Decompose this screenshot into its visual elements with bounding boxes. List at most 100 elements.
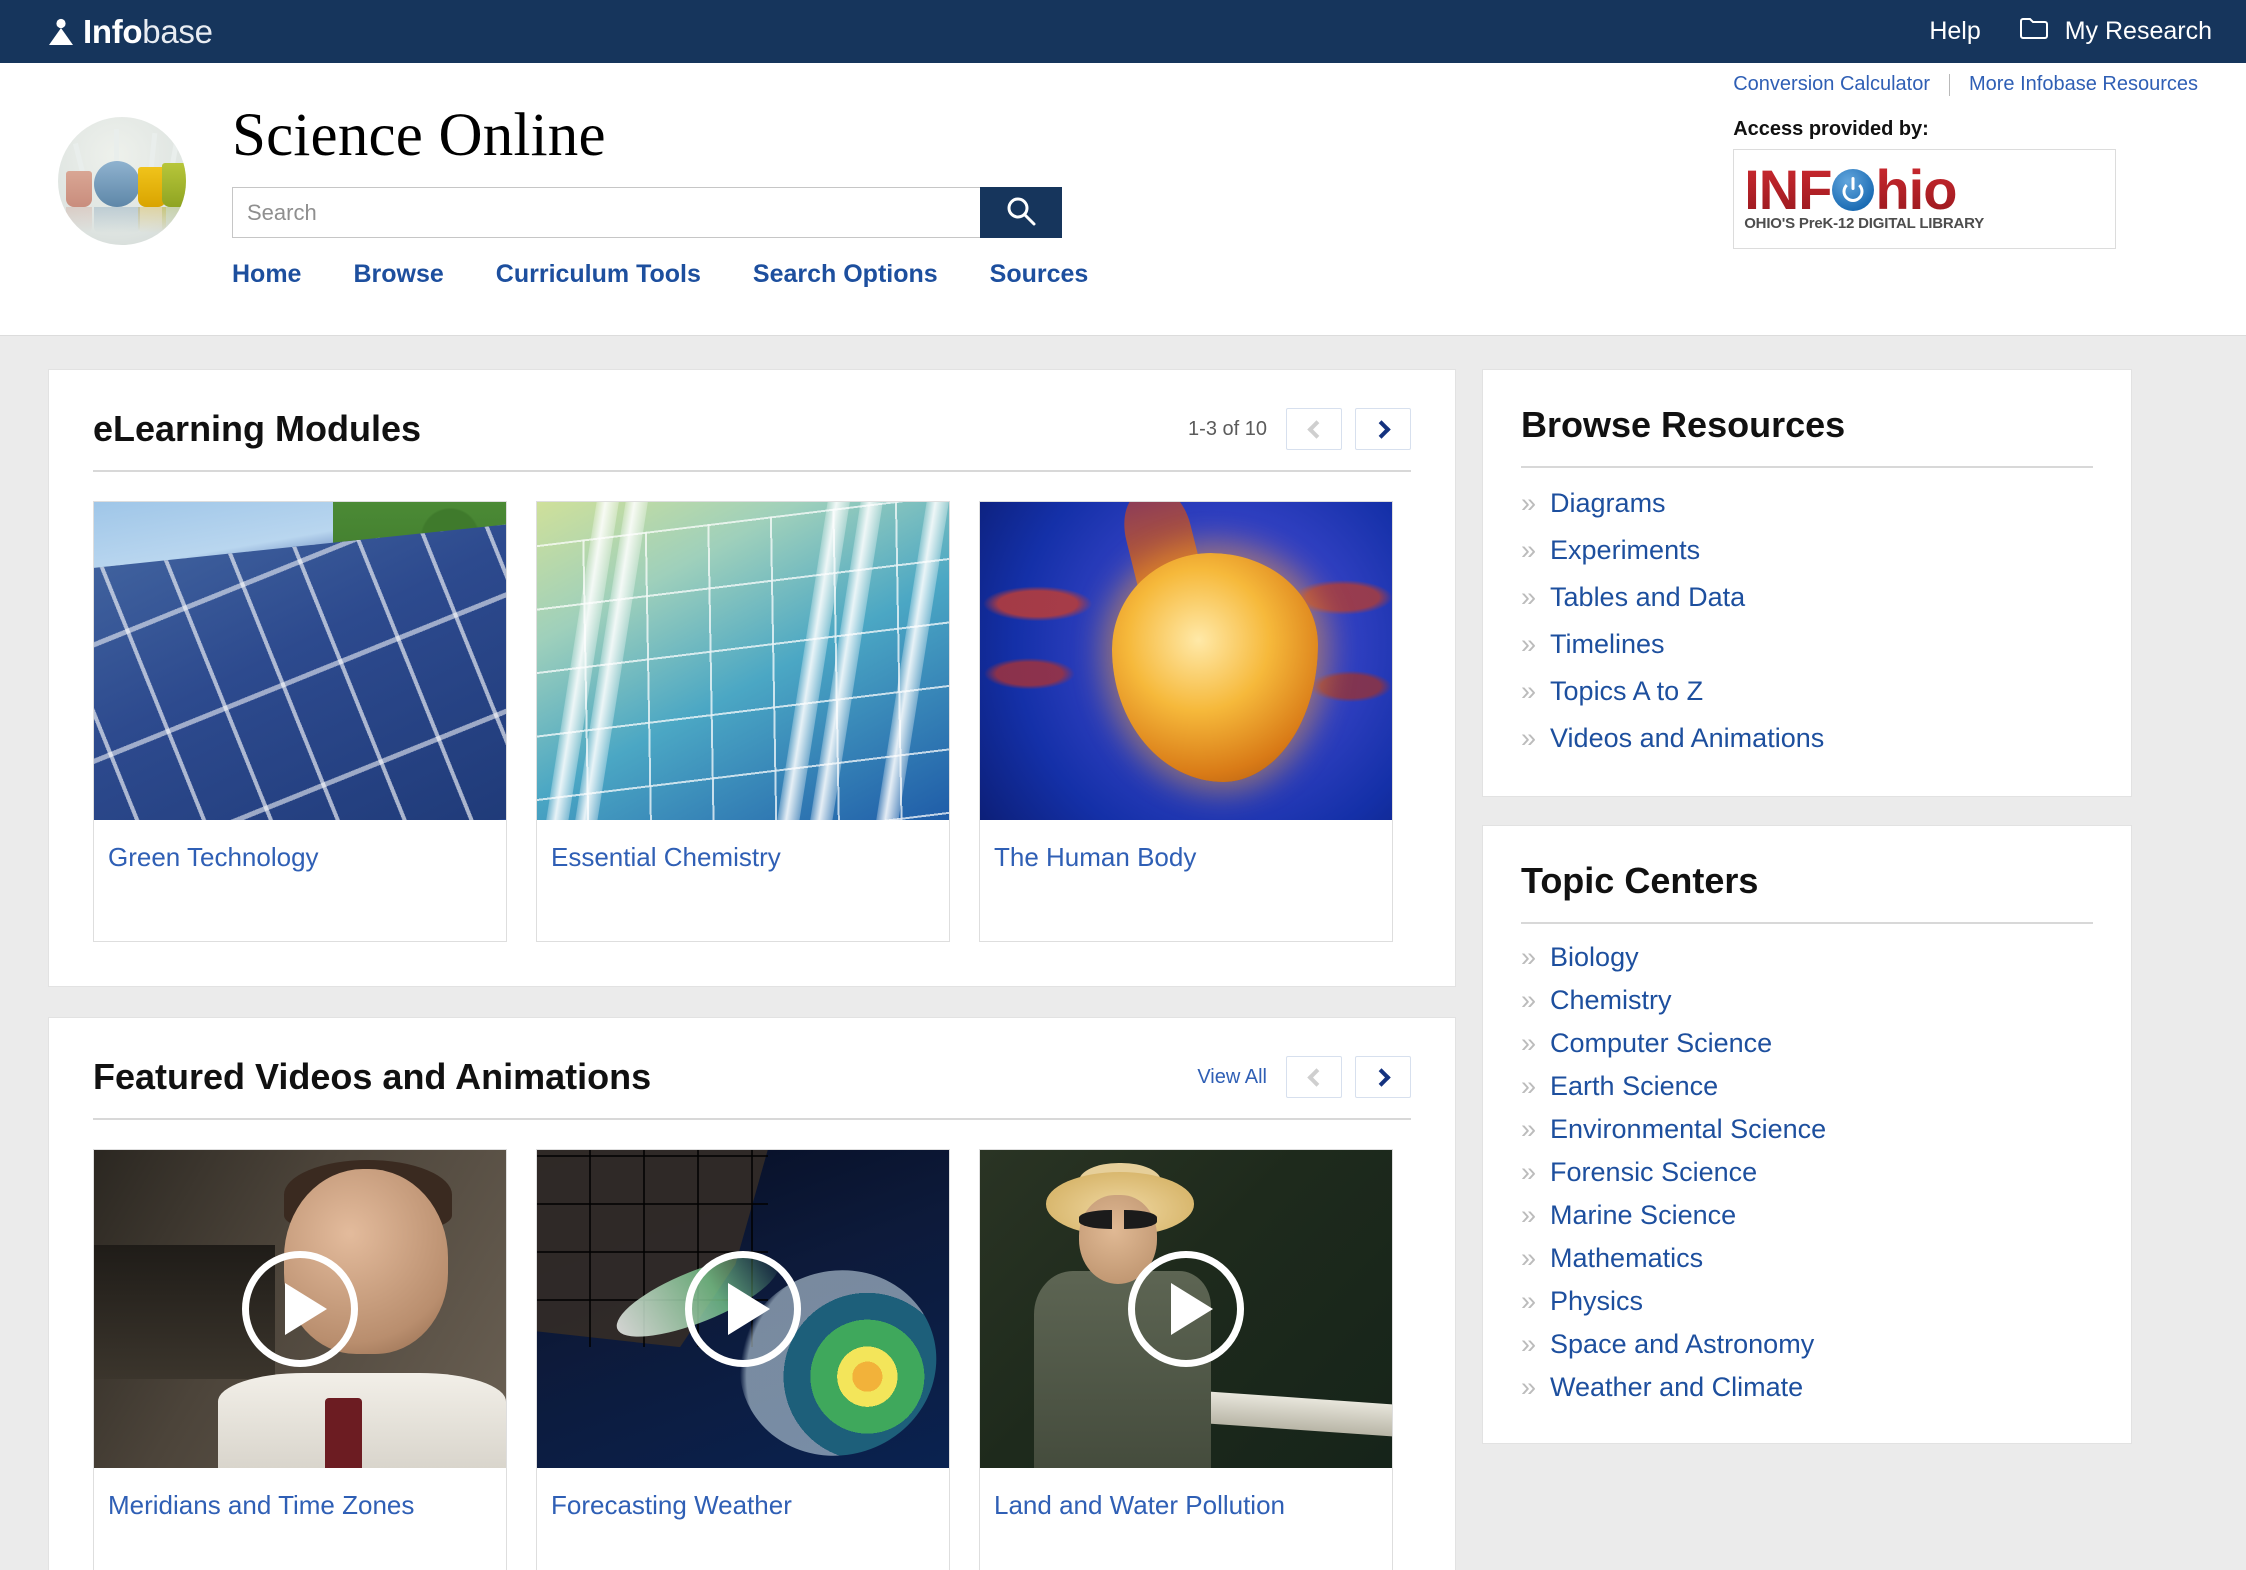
elearning-card-label[interactable]: Green Technology	[94, 820, 506, 941]
top-bar-links: Help My Research	[1929, 16, 2212, 47]
videos-next-button[interactable]	[1355, 1056, 1411, 1098]
double-chevron-right-icon: »	[1521, 1200, 1537, 1230]
topic-centers-list: » Biology » Chemistry » Computer Science » E…	[1521, 936, 2093, 1409]
elearning-card-label[interactable]: Essential Chemistry	[537, 820, 949, 941]
nav-item-curriculum-tools[interactable]: Curriculum Tools	[496, 260, 701, 289]
infobase-logo[interactable]: Infobase	[48, 13, 213, 51]
list-item[interactable]: » Videos and Animations	[1521, 715, 2093, 762]
list-item[interactable]: » Weather and Climate	[1521, 1366, 2093, 1409]
folder-icon	[2019, 16, 2049, 47]
browse-resources-panel: Browse Resources » Diagrams » Experiments …	[1482, 369, 2132, 797]
list-item[interactable]: » Timelines	[1521, 621, 2093, 668]
topic-item-space-and-astronomy[interactable]: Space and Astronomy	[1550, 1329, 1814, 1360]
topic-item-biology[interactable]: Biology	[1550, 942, 1639, 973]
nav-item-browse[interactable]: Browse	[353, 260, 443, 289]
periodic-table-test-tubes-photo	[537, 502, 949, 820]
chevron-right-icon	[1371, 419, 1391, 439]
play-button-icon[interactable]	[1128, 1251, 1244, 1367]
topic-centers-title: Topic Centers	[1521, 860, 1759, 901]
list-item[interactable]: » Tables and Data	[1521, 574, 2093, 621]
video-card[interactable]: Forecasting Weather	[536, 1149, 950, 1570]
elearning-card[interactable]: Essential Chemistry	[536, 501, 950, 942]
elearning-result-count: 1-3 of 10	[1188, 417, 1267, 440]
double-chevron-right-icon: »	[1521, 1372, 1537, 1402]
double-chevron-right-icon: »	[1521, 1071, 1537, 1101]
double-chevron-right-icon: »	[1521, 1114, 1537, 1144]
elearning-next-button[interactable]	[1355, 408, 1411, 450]
topic-item-weather-and-climate[interactable]: Weather and Climate	[1550, 1372, 1803, 1403]
double-chevron-right-icon: »	[1521, 676, 1537, 706]
list-item[interactable]: » Experiments	[1521, 527, 2093, 574]
video-card[interactable]: Land and Water Pollution	[979, 1149, 1393, 1570]
browse-item-timelines[interactable]: Timelines	[1550, 629, 1665, 660]
nav-item-sources[interactable]: Sources	[990, 260, 1089, 289]
video-card[interactable]: Meridians and Time Zones	[93, 1149, 507, 1570]
double-chevron-right-icon: »	[1521, 1157, 1537, 1187]
video-card-label[interactable]: Forecasting Weather	[537, 1468, 949, 1570]
elearning-prev-button[interactable]	[1286, 408, 1342, 450]
topic-item-forensic-science[interactable]: Forensic Science	[1550, 1157, 1757, 1188]
science-online-logo-image	[58, 117, 186, 245]
topic-item-chemistry[interactable]: Chemistry	[1550, 985, 1672, 1016]
brand-wordmark: Infobase	[83, 13, 213, 51]
elearning-card[interactable]: The Human Body	[979, 501, 1393, 942]
help-link[interactable]: Help	[1929, 17, 1980, 46]
utility-links: Conversion Calculator More Infobase Reso…	[1733, 73, 2198, 96]
elearning-card[interactable]: Green Technology	[93, 501, 507, 942]
solar-panels-photo	[94, 502, 506, 820]
search-input[interactable]	[232, 187, 980, 238]
videos-prev-button[interactable]	[1286, 1056, 1342, 1098]
list-item[interactable]: » Topics A to Z	[1521, 668, 2093, 715]
person-triangle-logo-icon	[48, 18, 74, 46]
list-item[interactable]: » Forensic Science	[1521, 1151, 2093, 1194]
list-item[interactable]: » Computer Science	[1521, 1022, 2093, 1065]
list-item[interactable]: » Diagrams	[1521, 480, 2093, 527]
list-item[interactable]: » Chemistry	[1521, 979, 2093, 1022]
provider-logo-box[interactable]: INF hio OHIO'S PreK-12 DIGITAL LIBRARY	[1733, 149, 2117, 249]
video-card-label[interactable]: Meridians and Time Zones	[94, 1468, 506, 1570]
list-item[interactable]: » Physics	[1521, 1280, 2093, 1323]
double-chevron-right-icon: »	[1521, 629, 1537, 659]
list-item[interactable]: » Biology	[1521, 936, 2093, 979]
more-infobase-resources-link[interactable]: More Infobase Resources	[1969, 73, 2198, 96]
elearning-card-label[interactable]: The Human Body	[980, 820, 1392, 941]
browse-resources-list: » Diagrams » Experiments » Tables and Data …	[1521, 480, 2093, 762]
sidebar: Browse Resources » Diagrams » Experiments …	[1482, 369, 2132, 1472]
browse-resources-title: Browse Resources	[1521, 404, 1846, 445]
videos-view-all-link[interactable]: View All	[1197, 1066, 1267, 1089]
double-chevron-right-icon: »	[1521, 1243, 1537, 1273]
topic-item-mathematics[interactable]: Mathematics	[1550, 1243, 1703, 1274]
man-in-laboratory-video-still	[94, 1150, 506, 1468]
browse-item-experiments[interactable]: Experiments	[1550, 535, 1700, 566]
play-button-icon[interactable]	[685, 1251, 801, 1367]
list-item[interactable]: » Earth Science	[1521, 1065, 2093, 1108]
video-card-label[interactable]: Land and Water Pollution	[980, 1468, 1392, 1570]
search-button[interactable]	[980, 187, 1062, 238]
nav-item-home[interactable]: Home	[232, 260, 301, 289]
topic-item-computer-science[interactable]: Computer Science	[1550, 1028, 1772, 1059]
topic-item-earth-science[interactable]: Earth Science	[1550, 1071, 1718, 1102]
main-column: eLearning Modules 1-3 of 10 Green Techno…	[48, 369, 1456, 1570]
browse-item-diagrams[interactable]: Diagrams	[1550, 488, 1666, 519]
topic-item-marine-science[interactable]: Marine Science	[1550, 1200, 1736, 1231]
search-icon	[1004, 194, 1038, 231]
chevron-left-icon	[1306, 419, 1326, 439]
nav-item-search-options[interactable]: Search Options	[753, 260, 938, 289]
page-title: Science Online	[232, 102, 606, 169]
play-button-icon[interactable]	[242, 1251, 358, 1367]
list-item[interactable]: » Mathematics	[1521, 1237, 2093, 1280]
list-item[interactable]: » Marine Science	[1521, 1194, 2093, 1237]
topic-item-environmental-science[interactable]: Environmental Science	[1550, 1114, 1826, 1145]
provider-name-part1: INF	[1744, 157, 1832, 221]
list-item[interactable]: » Space and Astronomy	[1521, 1323, 2093, 1366]
browse-item-videos-and-animations[interactable]: Videos and Animations	[1550, 723, 1824, 754]
park-ranger-video-still	[980, 1150, 1392, 1468]
list-item[interactable]: » Environmental Science	[1521, 1108, 2093, 1151]
topic-item-physics[interactable]: Physics	[1550, 1286, 1643, 1317]
double-chevron-right-icon: »	[1521, 582, 1537, 612]
infohio-logo: INF hio OHIO'S PreK-12 DIGITAL LIBRARY	[1744, 157, 1984, 232]
my-research-link[interactable]: My Research	[2019, 16, 2212, 47]
browse-item-topics-a-to-z[interactable]: Topics A to Z	[1550, 676, 1703, 707]
conversion-calculator-link[interactable]: Conversion Calculator	[1733, 73, 1930, 96]
browse-item-tables-and-data[interactable]: Tables and Data	[1550, 582, 1745, 613]
